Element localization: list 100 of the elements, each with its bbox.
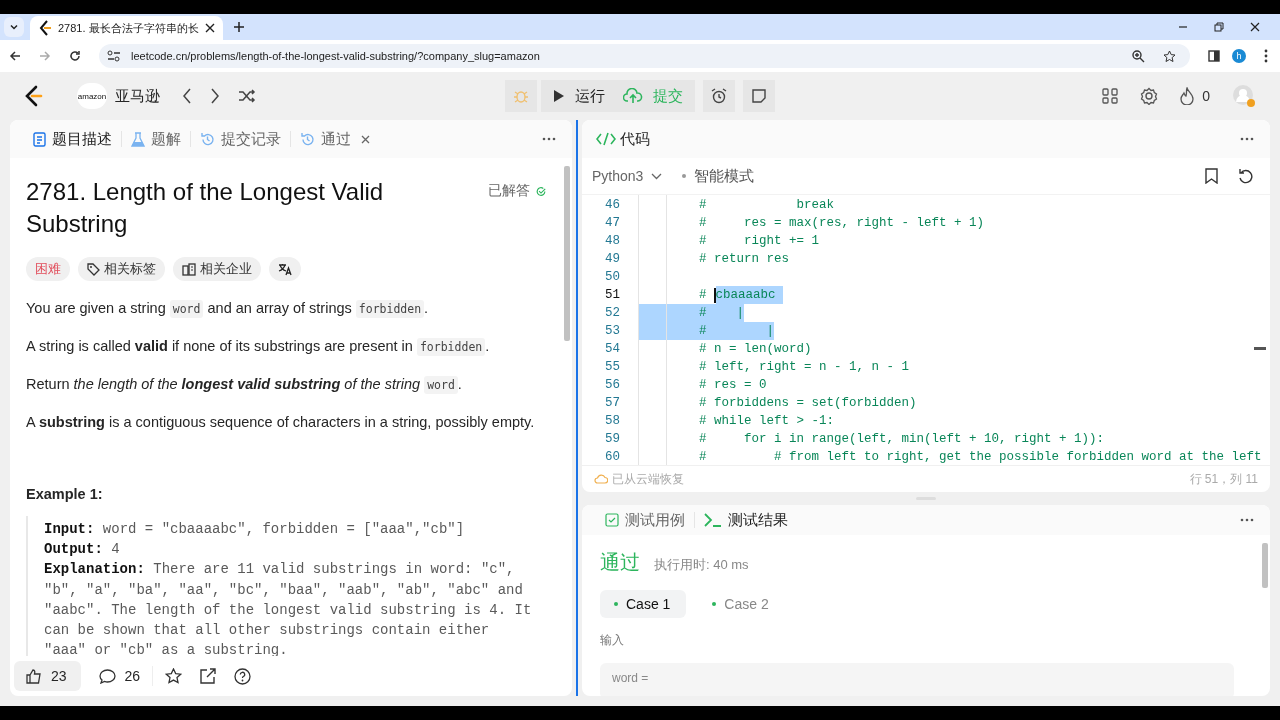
streak-counter[interactable]: 0 [1180, 87, 1210, 105]
code-icon [596, 132, 616, 146]
more-icon[interactable] [1264, 49, 1268, 63]
panel-tab[interactable]: 题解 [122, 131, 191, 147]
new-tab-icon[interactable] [232, 21, 245, 33]
language-dropdown[interactable]: Python3 [592, 168, 663, 184]
logo-icon[interactable] [23, 85, 43, 107]
thumbs-up-icon [26, 668, 42, 684]
line-number: 55 [604, 360, 620, 374]
address-bar[interactable]: leetcode.cn/problems/length-of-the-longest-valid-substring/?company_slug=amazon [99, 44, 1190, 68]
scrollbar[interactable] [1254, 347, 1266, 350]
selected-code: # | [639, 322, 775, 340]
description-text: A substring is a contiguous sequence of characters in a string, possibly empty. [26, 413, 536, 432]
shuffle-icon[interactable] [238, 89, 256, 103]
previous-icon[interactable] [182, 88, 192, 104]
notes-button[interactable] [743, 80, 775, 112]
upload-cloud-icon [623, 88, 643, 104]
alarm-clock-icon [711, 88, 727, 104]
reset-icon[interactable] [1238, 168, 1254, 184]
profile-avatar[interactable]: h [1232, 49, 1246, 63]
settings-icon[interactable] [1140, 87, 1159, 105]
tag-chip[interactable]: 相关标签 [78, 257, 165, 281]
text-cursor [714, 287, 716, 303]
building-icon [182, 262, 196, 276]
panel-tab[interactable]: 通过 [291, 131, 379, 147]
line-number: 46 [604, 198, 620, 212]
code-line: # n = len(word) [698, 341, 812, 358]
example-line: Output: 4 [44, 540, 121, 560]
description-text: A string is called valid if none of its substrings are present in forbidden . [26, 337, 491, 357]
panel-tab[interactable]: 题目描述 [24, 131, 122, 147]
line-number: 48 [604, 234, 620, 248]
case-tab[interactable]: Case 2 [698, 590, 785, 618]
chevron-down-icon [9, 22, 19, 32]
close-icon[interactable] [204, 23, 215, 33]
translate-button[interactable] [269, 257, 301, 281]
history-icon [300, 131, 315, 147]
line-number: 52 [604, 306, 620, 320]
code-line: # # from left to right, get the possible forbidden word at the left [698, 449, 1262, 465]
next-icon[interactable] [210, 88, 220, 104]
play-icon [553, 89, 565, 103]
translate-icon [278, 262, 292, 276]
company-logo: amazon [77, 83, 107, 109]
like-button[interactable]: 23 [14, 661, 81, 691]
restore-icon[interactable] [1214, 22, 1224, 32]
problem-title: 2781. Length of the Longest Valid Substring [26, 177, 385, 239]
tag-icon [87, 262, 100, 276]
example-heading: Example 1: [26, 486, 104, 502]
browser-tab[interactable]: 2781. 最长合法子字符串的长 [30, 16, 223, 40]
cursor-position: 行 51，列 11 [1189, 470, 1258, 488]
bookmark-icon[interactable] [1205, 168, 1218, 184]
input-value: word = [600, 663, 1234, 696]
tag-chip[interactable]: 困难 [26, 257, 70, 281]
line-number: 59 [604, 432, 620, 446]
help-icon[interactable] [234, 667, 252, 685]
code-line: # forbiddens = set(forbidden) [698, 395, 917, 412]
star-icon[interactable] [165, 668, 183, 684]
panel-tab[interactable]: 测试结果 [695, 512, 797, 528]
save-status: 已从云端恢复 [612, 470, 684, 488]
code-line: # res = 0 [698, 377, 767, 394]
comment-icon [98, 668, 116, 684]
code-line: # left, right = n - 1, n - 1 [698, 359, 910, 376]
panel-tab[interactable]: 提交记录 [191, 131, 291, 147]
line-number: 50 [604, 270, 620, 284]
selected-code: cbaaaabc [715, 286, 784, 304]
reload-icon[interactable] [69, 50, 81, 62]
code-line: # break [698, 197, 835, 214]
code-line: # while left > -1: [698, 413, 835, 430]
case-tab[interactable]: Case 1 [600, 590, 687, 618]
layout-icon[interactable] [1102, 88, 1119, 104]
company-name[interactable]: 亚马逊 [115, 86, 160, 106]
line-number: 57 [604, 396, 620, 410]
terminal-icon [704, 513, 722, 527]
mode-toggle[interactable]: 智能模式 [682, 166, 755, 186]
back-icon[interactable] [9, 50, 21, 62]
logo-icon [38, 20, 52, 36]
verdict-text: 通过 [600, 550, 640, 575]
line-number: 51 [604, 288, 620, 302]
bookmark-star-icon[interactable] [1163, 49, 1176, 63]
more-icon[interactable] [542, 137, 556, 141]
zoom-icon[interactable] [1132, 49, 1145, 63]
code-line: # return res [698, 251, 790, 268]
runtime-text: 执行用时: 40 ms [654, 556, 749, 574]
code-line: # res = max(res, right - left + 1) [698, 215, 985, 232]
tag-chip[interactable]: 相关企业 [173, 257, 261, 281]
tab-list-button[interactable] [4, 17, 24, 37]
more-icon[interactable] [1240, 518, 1254, 522]
alarm-button[interactable] [703, 80, 735, 112]
more-icon[interactable] [1240, 137, 1254, 141]
run-button[interactable]: 运行 [541, 80, 619, 112]
close-icon[interactable] [1250, 22, 1260, 32]
site-settings-icon[interactable] [107, 50, 121, 62]
panel-title: 代码 [620, 129, 650, 149]
panel-tab[interactable]: 测试用例 [596, 512, 695, 528]
side-panel-icon[interactable] [1208, 50, 1220, 62]
comments-button[interactable]: 26 [98, 668, 141, 684]
line-number: 53 [604, 324, 620, 338]
line-number: 54 [604, 342, 620, 356]
solved-status: 已解答 [488, 182, 530, 200]
share-icon[interactable] [200, 668, 217, 684]
document-icon [33, 131, 46, 147]
